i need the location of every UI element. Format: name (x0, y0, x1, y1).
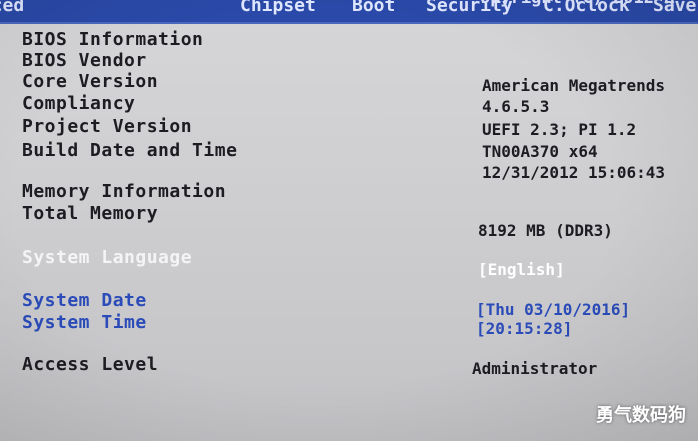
build-date-value: 12/31/2012 15:06:43 (482, 163, 666, 182)
system-language-value[interactable]: [English] (478, 260, 565, 280)
bios-vendor-label: BIOS Vendor (22, 50, 147, 71)
menu-chipset[interactable]: Chipset (240, 0, 316, 18)
bios-vendor-value: American Megatrends (482, 76, 666, 95)
menu-bar: anced Chipset Boot Security C.Oclock Sav… (0, 0, 698, 22)
total-memory-value: 8192 MB (DDR3) (478, 221, 613, 240)
memory-information-heading: Memory Information (22, 181, 227, 202)
project-version-label: Project Version (22, 116, 193, 137)
menu-advanced[interactable]: anced (0, 0, 24, 18)
menu-divider (0, 22, 698, 24)
access-level-value: Administrator (472, 359, 598, 378)
build-date-label: Build Date and Time (22, 140, 238, 161)
system-time-value[interactable]: [20:15:28] (476, 319, 572, 339)
total-memory-label: Total Memory (22, 203, 159, 224)
core-version-label: Core Version (22, 71, 159, 92)
menu-boot[interactable]: Boot (352, 0, 395, 18)
core-version-value: 4.6.5.3 (482, 97, 550, 116)
system-language-label[interactable]: System Language (22, 247, 192, 269)
compliancy-label: Compliancy (22, 93, 136, 114)
copyright-text: opyright (C) 2012 A (480, 0, 674, 10)
system-date-value[interactable]: [Thu 03/10/2016] (476, 300, 630, 320)
system-time-label[interactable]: System Time (22, 312, 147, 334)
system-date-label[interactable]: System Date (22, 290, 147, 312)
bios-screen: anced Chipset Boot Security C.Oclock Sav… (0, 0, 698, 441)
bios-information-heading: BIOS Information (22, 29, 204, 50)
watermark-text: 勇气数码狗 (596, 405, 686, 426)
project-version-value: TN00A370 x64 (482, 142, 598, 161)
compliancy-value: UEFI 2.3; PI 1.2 (482, 120, 637, 139)
access-level-label: Access Level (22, 354, 159, 375)
